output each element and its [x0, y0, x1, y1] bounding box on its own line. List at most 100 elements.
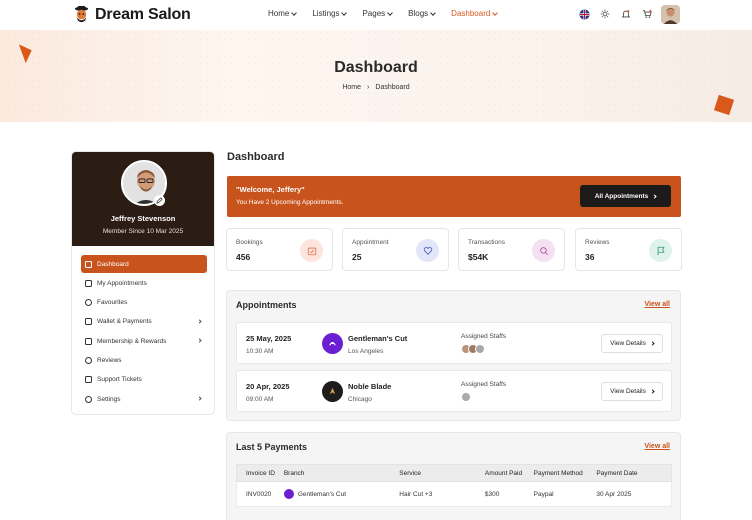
branch-name[interactable]: Noble Blade: [348, 382, 391, 391]
breadcrumb: Home › Dashboard: [0, 84, 752, 91]
dashboard-icon: [85, 260, 92, 268]
appointment-item: 20 Apr, 2025 09:00 AM Noble Blade Chicag…: [236, 370, 672, 412]
assigned-staffs-label: Assigned Staffs: [461, 381, 507, 388]
user-avatar[interactable]: [661, 5, 680, 24]
chevron-right-icon: ›: [367, 84, 370, 91]
sidebar-item-label: Favourites: [97, 299, 128, 307]
sun-icon[interactable]: [599, 8, 611, 20]
sidebar-item-favourites[interactable]: Favourites: [81, 294, 207, 312]
chevron-right-icon: [650, 389, 655, 394]
page-title: Dashboard: [227, 151, 285, 163]
column-header: Branch: [283, 469, 305, 477]
view-details-button[interactable]: View Details: [601, 382, 663, 401]
branch-city: Chicago: [348, 396, 372, 403]
view-details-button[interactable]: View Details: [601, 334, 663, 353]
sidebar-item-reviews[interactable]: Reviews: [81, 351, 207, 369]
branch-cell: Gentleman's Cut: [283, 489, 399, 499]
welcome-banner: "Welcome, Jeffery" You Have 2 Upcoming A…: [227, 176, 681, 217]
stat-value: 25: [352, 252, 362, 262]
sidebar-item-support-tickets[interactable]: Support Tickets: [81, 371, 207, 389]
column-header: Invoice ID: [246, 469, 275, 477]
chevron-right-icon: [652, 193, 657, 199]
appointment-item: 25 May, 2025 10:30 AM Gentleman's Cut Lo…: [236, 322, 672, 364]
table-header: Invoice ID Branch Service Amount Paid Pa…: [236, 464, 672, 482]
gentlemans-cut-logo-icon: [283, 489, 294, 499]
chevron-right-icon: [650, 341, 655, 346]
payment-method: Paypal: [533, 490, 554, 498]
profile-name: Jeffrey Stevenson: [110, 214, 176, 223]
branch-name[interactable]: Gentleman's Cut: [348, 334, 407, 343]
stat-value: 456: [236, 252, 251, 262]
invoice-id: INV0020: [246, 490, 272, 498]
profile-member-since: Member Since 10 Mar 2025: [102, 228, 184, 235]
noble-blade-logo-icon: [322, 381, 343, 402]
nav-pages-label: Pages: [362, 9, 386, 18]
breadcrumb-home[interactable]: Home: [342, 84, 361, 91]
payments-table: Invoice ID Branch Service Amount Paid Pa…: [236, 464, 672, 507]
payments-title: Last 5 Payments: [236, 442, 308, 452]
brand[interactable]: Dream Salon: [72, 5, 191, 24]
stat-card-bookings: Bookings 456: [226, 228, 333, 271]
heart-icon: [85, 299, 92, 307]
sidebar-item-membership[interactable]: Membership & Rewards: [81, 332, 207, 350]
sidebar-item-label: Support Tickets: [97, 376, 142, 384]
appointments-card: Appointments View all 25 May, 2025 10:30…: [226, 290, 681, 421]
search-icon: [532, 239, 555, 262]
table-row[interactable]: INV0020 Gentleman's Cut Hair Cut +3 $300…: [236, 482, 672, 507]
nav-blogs-label: Blogs: [408, 9, 429, 18]
sidebar-item-label: Settings: [97, 395, 121, 403]
appointment-date: 20 Apr, 2025: [246, 382, 290, 391]
nav-dashboard[interactable]: Dashboard: [451, 9, 499, 18]
amount-paid: $300: [484, 490, 500, 498]
wallet-icon: [85, 318, 92, 326]
stats-row: Bookings 456 Appointment 25 Transactions…: [226, 228, 682, 271]
bell-icon[interactable]: [620, 8, 632, 20]
profile-card: Jeffrey Stevenson Member Since 10 Mar 20…: [72, 152, 214, 246]
column-header: Payment Method: [533, 469, 583, 477]
column-header: Service: [399, 469, 421, 477]
chevron-down-icon: [291, 9, 298, 16]
chevron-down-icon: [430, 9, 437, 16]
nav-pages[interactable]: Pages: [362, 9, 393, 18]
chevron-down-icon: [492, 9, 499, 16]
membership-icon: [85, 337, 92, 345]
nav-home-label: Home: [268, 9, 290, 18]
heart-icon: [416, 239, 439, 262]
chevron-down-icon: [387, 9, 393, 16]
ticket-icon: [85, 376, 92, 384]
gentlemans-cut-logo-icon: [322, 333, 343, 354]
appointments-title: Appointments: [236, 300, 297, 310]
payments-view-all-link[interactable]: View all: [644, 443, 670, 450]
all-appointments-button[interactable]: All Appointments: [580, 185, 671, 207]
chevron-right-icon: [197, 319, 202, 324]
hero-title: Dashboard: [334, 59, 418, 76]
sidebar-item-wallet[interactable]: Wallet & Payments: [81, 313, 207, 331]
sidebar-item-settings[interactable]: Settings: [81, 390, 207, 408]
sidebar-item-my-appointments[interactable]: My Appointments: [81, 274, 207, 292]
nav-dashboard-label: Dashboard: [451, 9, 491, 18]
nav-home[interactable]: Home: [268, 9, 298, 18]
calendar-icon: [85, 279, 92, 287]
sidebar-item-label: Reviews: [97, 356, 122, 364]
appointments-view-all-link[interactable]: View all: [644, 301, 670, 308]
sidebar-item-label: My Appointments: [97, 279, 147, 287]
nav-blogs[interactable]: Blogs: [408, 9, 437, 18]
nav-listings[interactable]: Listings: [312, 9, 348, 18]
stat-label: Bookings: [236, 239, 263, 246]
staff-avatars: [461, 392, 471, 402]
stat-value: $54K: [468, 252, 489, 262]
sidebar-item-dashboard[interactable]: Dashboard: [81, 255, 207, 273]
stat-card-appointment: Appointment 25: [342, 228, 449, 271]
view-details-label: View Details: [610, 388, 646, 395]
payment-date: 30 Apr 2025: [596, 490, 632, 498]
stat-label: Appointment: [352, 239, 389, 246]
assigned-staffs-label: Assigned Staffs: [461, 333, 507, 340]
uk-flag-icon[interactable]: [578, 8, 590, 20]
chevron-down-icon: [341, 9, 348, 16]
edit-profile-icon[interactable]: [154, 195, 165, 206]
cart-icon[interactable]: [641, 8, 653, 20]
staff-avatars: [461, 344, 485, 354]
nav-listings-label: Listings: [312, 9, 340, 18]
sidebar-menu: Dashboard My Appointments Favourites Wal…: [81, 255, 207, 409]
all-appointments-label: All Appointments: [594, 192, 649, 200]
